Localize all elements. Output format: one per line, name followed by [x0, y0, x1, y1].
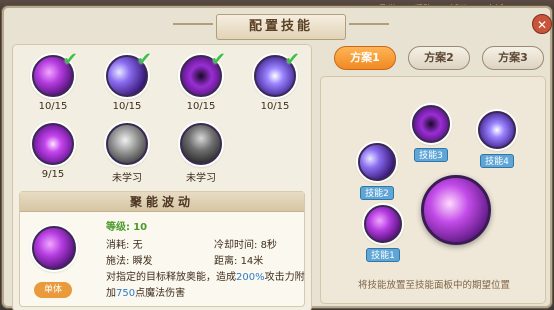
slot-label: 技能3 [414, 148, 448, 162]
desc-suffix: 点魔法伤害 [135, 288, 186, 299]
selected-skill-orb-icon [32, 226, 76, 270]
dark-swirl-orb-icon: ✔ [180, 49, 226, 97]
skill-slot-2[interactable]: 技能2 [355, 143, 399, 200]
target-type-badge: 单体 [34, 282, 72, 298]
skill-slot-4[interactable]: 技能4 [475, 111, 519, 168]
blue-comet-orb-icon: ✔ [106, 49, 152, 97]
skill-name: 聚能波动 [20, 192, 304, 212]
dialog-title: 配置技能 [173, 14, 389, 40]
description-line-1: 对指定的目标释放奥能，造成200%攻击力附 [106, 268, 305, 283]
range-label: 距离: [214, 256, 238, 267]
cost-label: 消耗: [106, 240, 130, 251]
skill-level-count: 9/15 [41, 169, 65, 180]
checkmark-icon: ✔ [62, 49, 78, 70]
close-icon[interactable]: ✕ [532, 14, 552, 34]
gray-swirl-orb-icon [106, 123, 148, 165]
desc-percent: 200% [236, 272, 265, 283]
skill-info-card: 聚能波动 单体 等级: 10 消耗: 无 冷却时间: 8秒 施法: 瞬发 距离: [19, 191, 305, 307]
magenta-burst-orb-icon [32, 123, 74, 165]
skill-panel-layout: 技能1 技能2 技能3 技能4 将技能放置至技能面板中的期望位置 [320, 76, 546, 304]
tab-plan-3[interactable]: 方案3 [482, 46, 544, 70]
skill-list-pane: ✔ 10/15 ✔ 10/15 ✔ 10/15 ✔ 10/15 9/15 未学习… [12, 44, 312, 310]
cast-line: 施法: 瞬发 [106, 252, 153, 267]
checkmark-icon: ✔ [284, 49, 300, 70]
cooldown-value: 8秒 [260, 240, 277, 251]
violet-burst-orb-icon: ✔ [254, 49, 300, 97]
cost-value: 无 [132, 240, 143, 251]
desc-flat: 750 [116, 288, 136, 299]
placement-hint: 将技能放置至技能面板中的期望位置 [357, 280, 510, 291]
skill-item[interactable]: ✔ 10/15 [173, 49, 229, 119]
slot-label: 技能1 [366, 248, 400, 262]
range-value: 14米 [240, 256, 264, 267]
cast-label: 施法: [106, 256, 130, 267]
skill-level-count: 未学习 [112, 173, 142, 184]
skill-slot-1[interactable]: 技能1 [361, 205, 405, 262]
skill-item[interactable]: 未学习 [99, 123, 155, 187]
cooldown-label: 冷却时间: [214, 240, 258, 251]
skill-item[interactable]: 未学习 [173, 123, 229, 187]
violet-burst-orb-icon [478, 111, 516, 149]
desc-mid: 攻击力附 [264, 272, 305, 283]
level-label: 等级: [106, 222, 130, 233]
skill-item-selected[interactable]: 9/15 [25, 123, 81, 187]
purple-vortex-orb-icon: ✔ [32, 49, 78, 97]
blue-comet-orb-icon [358, 143, 396, 181]
skill-level-count: 10/15 [260, 101, 290, 112]
slot-label: 技能2 [360, 186, 394, 200]
desc-line2-prefix: 加 [106, 288, 116, 299]
cooldown-line: 冷却时间: 8秒 [214, 236, 277, 251]
tab-plan-2[interactable]: 方案2 [408, 46, 470, 70]
gray-figure-orb-icon [180, 123, 222, 165]
level-value: 10 [133, 222, 148, 233]
main-attack-orb-icon[interactable] [421, 175, 491, 245]
checkmark-icon: ✔ [210, 49, 226, 70]
purple-vortex-orb-icon [364, 205, 402, 243]
checkmark-icon: ✔ [136, 49, 152, 70]
tab-plan-1[interactable]: 方案1 [334, 46, 396, 70]
desc-prefix: 对指定的目标释放奥能，造成 [106, 272, 236, 283]
skill-level-count: 10/15 [38, 101, 68, 112]
skill-level-count: 10/15 [112, 101, 142, 112]
dark-swirl-orb-icon [412, 105, 450, 143]
level-line: 等级: 10 [106, 218, 147, 233]
skill-item[interactable]: ✔ 10/15 [99, 49, 155, 119]
description-line-2: 加750点魔法伤害 [106, 284, 185, 299]
skill-item[interactable]: ✔ 10/15 [25, 49, 81, 119]
slot-label: 技能4 [480, 154, 514, 168]
range-line: 距离: 14米 [214, 252, 263, 267]
cast-value: 瞬发 [132, 256, 153, 267]
skill-slot-3[interactable]: 技能3 [409, 105, 453, 162]
configure-skills-dialog: 配置技能 ✕ ✔ 10/15 ✔ 10/15 ✔ 10/15 ✔ 10/15 9… [2, 6, 552, 310]
skill-level-count: 10/15 [186, 101, 216, 112]
skill-level-count: 未学习 [186, 173, 216, 184]
cost-line: 消耗: 无 [106, 236, 143, 251]
skill-item[interactable]: ✔ 10/15 [247, 49, 303, 119]
